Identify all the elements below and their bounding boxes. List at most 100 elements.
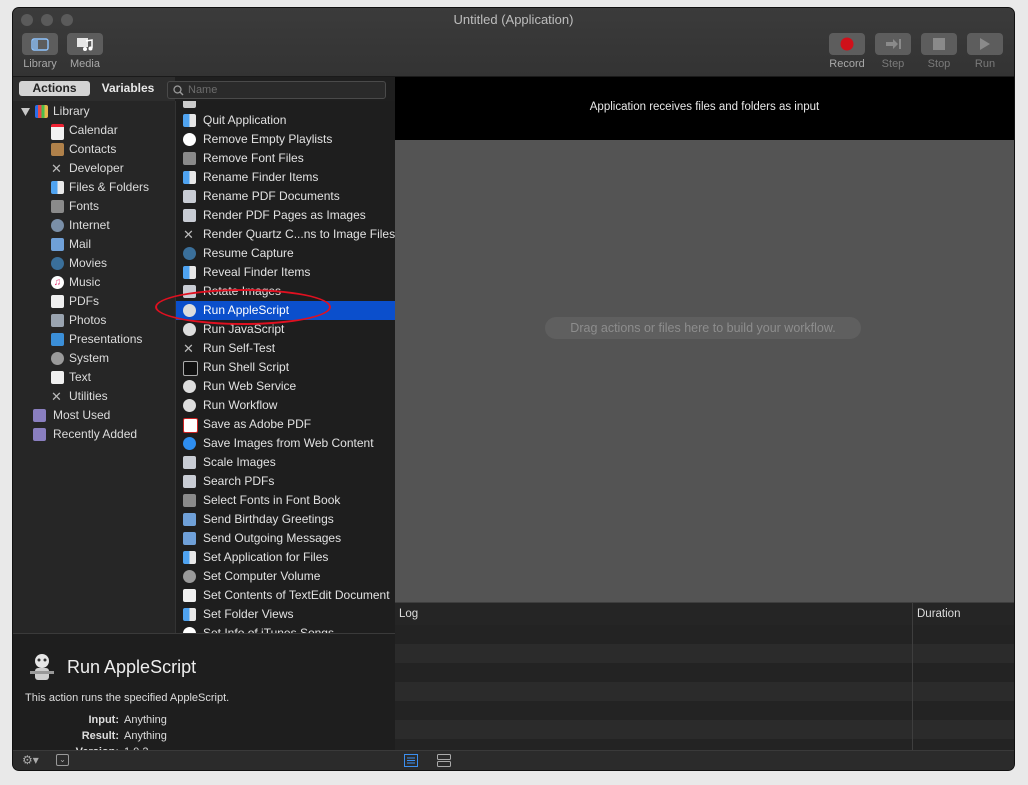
list-view-icon[interactable] [404,754,418,767]
list-item[interactable]: Send Birthday Greetings [176,510,396,529]
smart-folder-icon [33,428,46,441]
font-book-icon [183,152,196,165]
action-label: Set Contents of TextEdit Document [203,588,390,602]
tab-variables[interactable]: Variables [93,81,163,96]
record-button[interactable] [829,33,865,55]
tab-actions[interactable]: Actions [19,81,90,96]
step-button[interactable] [875,33,911,55]
list-item[interactable]: Reveal Finder Items [176,263,396,282]
tree-item-movies[interactable]: Movies [13,254,175,273]
tree-item-label: System [69,351,110,365]
finder-icon [183,608,196,621]
tree-item-mail[interactable]: Mail [13,235,175,254]
terminal-icon [183,361,198,376]
tree-item-label: Most Used [53,408,111,422]
drop-hint: Drag actions or files here to build your… [545,317,861,339]
tree-item-fonts[interactable]: Fonts [13,197,175,216]
finder-icon [183,551,196,564]
action-label: Select Fonts in Font Book [203,493,341,507]
action-label: Resume Capture [203,246,294,260]
tree-item-label: Utilities [69,389,108,403]
workflow-input-text: Application receives files and folders a… [589,101,820,113]
duration-column-header[interactable]: Duration [917,608,960,620]
actions-list: Quit Application Remove Empty Playlists … [175,101,396,633]
list-item[interactable]: ✕ Run Self-Test [176,339,396,358]
log-column-header[interactable]: Log [399,608,418,620]
gear-menu-icon[interactable]: ⚙▾ [22,753,39,767]
tree-item-label: Presentations [69,332,143,346]
list-item[interactable]: Rename PDF Documents [176,187,396,206]
toggle-description-icon[interactable]: ⌄ [56,754,69,766]
action-label: Remove Font Files [203,151,304,165]
tree-item-most-used[interactable]: Most Used [13,406,175,425]
tree-item-internet[interactable]: Internet [13,216,175,235]
tree-item-utilities[interactable]: ✕ Utilities [13,387,175,406]
table-row [395,682,1014,701]
action-label: Rename PDF Documents [203,189,340,203]
preview-icon [183,456,196,469]
left-bottom-bar: ⚙▾ ⌄ [13,750,395,770]
stop-button[interactable] [921,33,957,55]
mail-icon [51,238,64,251]
list-item[interactable]: Set Folder Views [176,605,396,624]
tree-item-photos[interactable]: Photos [13,311,175,330]
list-item[interactable]: Run Workflow [176,396,396,415]
tree-item-calendar[interactable]: Calendar [13,121,175,140]
search-field[interactable] [167,81,386,99]
action-title: Run AppleScript [67,657,197,677]
stop-label: Stop [927,58,951,70]
list-item[interactable]: Scale Images [176,453,396,472]
list-item[interactable]: Search PDFs [176,472,396,491]
library-icon [35,105,48,118]
list-item[interactable]: Remove Empty Playlists [176,130,396,149]
list-item[interactable] [176,101,396,111]
library-pane: Actions Variables Library Calendar Conta… [13,77,396,633]
list-item[interactable]: Run Web Service [176,377,396,396]
tree-item-label: Photos [69,313,107,327]
movies-icon [183,247,196,260]
run-button[interactable] [967,33,1003,55]
tree-item-developer[interactable]: ✕ Developer [13,159,175,178]
search-input[interactable] [188,82,378,98]
list-item[interactable]: Remove Font Files [176,149,396,168]
column-divider [912,625,913,751]
tree-item-contacts[interactable]: Contacts [13,140,175,159]
mail-icon [183,532,196,545]
workflow-canvas[interactable]: Drag actions or files here to build your… [395,140,1014,602]
log-header: Log Duration [395,603,1014,751]
tree-item-label: Mail [69,237,92,251]
list-item[interactable]: Run Shell Script [176,358,396,377]
list-item[interactable]: Quit Application [176,111,396,130]
library-root[interactable]: Library [13,102,175,121]
list-item[interactable]: Send Outgoing Messages [176,529,396,548]
split-view-icon[interactable] [437,754,451,767]
text-document-icon [183,589,196,602]
music-note-icon: ♫ [51,276,64,289]
tree-item-label: Music [69,275,101,289]
list-item[interactable]: Select Fonts in Font Book [176,491,396,510]
tree-item-presentations[interactable]: Presentations [13,330,175,349]
list-item[interactable]: Render PDF Pages as Images [176,206,396,225]
list-item[interactable]: Save Images from Web Content [176,434,396,453]
tree-item-files-folders[interactable]: Files & Folders [13,178,175,197]
list-item[interactable]: ✕ Render Quartz C...ns to Image Files [176,225,396,244]
list-item[interactable]: Set Computer Volume [176,567,396,586]
system-gear-icon [183,570,196,583]
tree-item-system[interactable]: System [13,349,175,368]
list-item[interactable]: Rename Finder Items [176,168,396,187]
list-item[interactable]: Resume Capture [176,244,396,263]
list-item[interactable]: Set Contents of TextEdit Document [176,586,396,605]
library-button[interactable] [22,33,58,55]
media-button[interactable] [67,33,103,55]
tree-item-recently-added[interactable]: Recently Added [13,425,175,444]
tools-icon: ✕ [51,161,62,176]
tree-item-text[interactable]: Text [13,368,175,387]
tree-item-pdfs[interactable]: PDFs [13,292,175,311]
tree-item-music[interactable]: ♫ Music [13,273,175,292]
list-item[interactable]: Set Info of iTunes Songs [176,624,396,633]
table-row [395,644,1014,663]
annotation-ellipse [155,289,331,325]
action-label: Run Web Service [203,379,297,393]
list-item[interactable]: Set Application for Files [176,548,396,567]
list-item[interactable]: Save as Adobe PDF [176,415,396,434]
